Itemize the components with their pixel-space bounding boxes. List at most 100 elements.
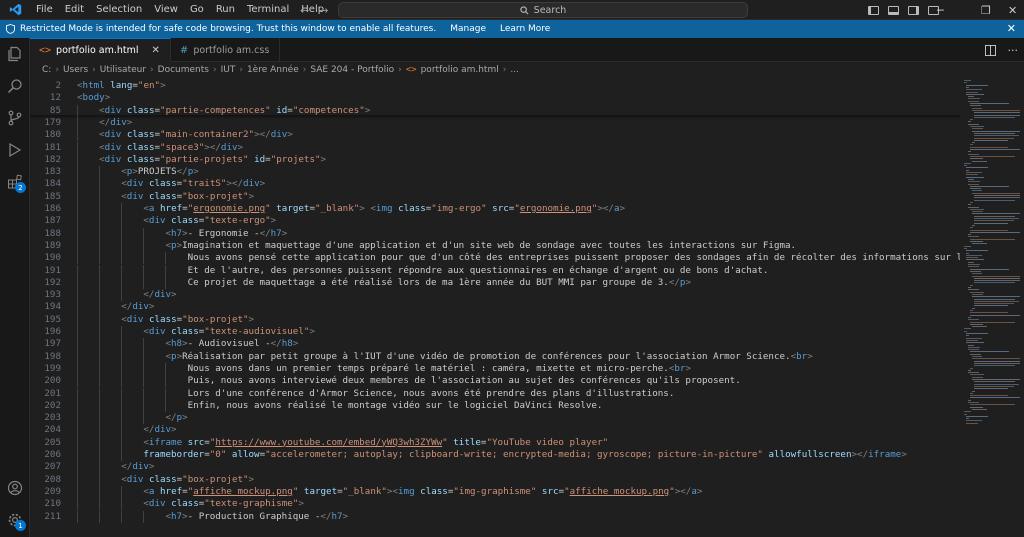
tab-portfolio-css[interactable]: # portfolio am.css <box>171 38 281 62</box>
code-line[interactable]: 189 <p>Imagination et maquettage d'une ap… <box>30 239 960 253</box>
forward-arrow-icon[interactable]: → <box>319 4 328 17</box>
code-token: id <box>276 104 288 116</box>
minimap-line <box>972 273 982 275</box>
breadcrumb-item[interactable]: Utilisateur <box>100 65 146 75</box>
breadcrumb-file[interactable]: portfolio am.html <box>421 65 499 75</box>
banner-close-icon[interactable]: ✕ <box>1007 22 1016 35</box>
minimap-line <box>972 307 975 309</box>
code-line[interactable]: 207 </div> <box>30 461 960 474</box>
accounts-icon[interactable] <box>5 478 25 498</box>
menu-go[interactable]: Go <box>184 0 210 20</box>
code-token: div <box>270 129 288 141</box>
code-text: <body> <box>77 92 110 104</box>
toggle-primary-sidebar-icon[interactable] <box>868 5 879 15</box>
code-line[interactable]: 188 <h7>- Ergonomie -</h7> <box>30 227 960 240</box>
run-debug-icon[interactable] <box>5 140 25 160</box>
code-line[interactable]: 202 Enfin, nous avons réalisé le montage … <box>30 399 960 413</box>
breadcrumb-item[interactable]: IUT <box>221 65 236 75</box>
code-token: class <box>126 129 155 141</box>
code-line[interactable]: 198 <p>Réalisation par petit groupe à l'I… <box>30 350 960 363</box>
code-line[interactable]: 12 <body> <box>30 92 960 104</box>
code-line[interactable]: 2 <html lang="en"> <box>30 80 960 92</box>
breadcrumb-symbol[interactable]: ... <box>510 65 519 75</box>
minimap-line <box>970 238 1016 240</box>
line-number: 12 <box>49 92 61 104</box>
code-line[interactable]: 193 </div> <box>30 289 960 302</box>
menu-view[interactable]: View <box>148 0 184 20</box>
code-token: body <box>82 92 105 104</box>
code-line[interactable]: 210 <div class="texte-graphisme"> <box>30 498 960 511</box>
code-line[interactable]: 186 <a href="ergonomie.png" target="_blan… <box>30 203 960 216</box>
minimap-line <box>964 247 967 249</box>
code-line[interactable]: 204 </div> <box>30 424 960 437</box>
learn-more-link[interactable]: Learn More <box>500 24 550 34</box>
code-line[interactable]: 181 <div class="space3"></div> <box>30 141 960 154</box>
code-text: <a href="affiche_mockup.png" target="_bl… <box>143 486 702 498</box>
code-token: > <box>182 412 188 424</box>
code-line[interactable]: 206 frameborder="0" allow="accelerometer;… <box>30 449 960 462</box>
code-line[interactable]: 201 Lors d'une conférence d'Armor Science… <box>30 387 960 400</box>
code-line[interactable]: 195 <div class="box-projet"> <box>30 313 960 326</box>
code-line[interactable]: 199 Nous avons dans un premier temps prép… <box>30 362 960 376</box>
code-line[interactable]: 183 <p>PROJETS</p> <box>30 166 960 179</box>
code-line[interactable]: 208 <div class="box-projet"> <box>30 473 960 486</box>
code-token: class <box>148 178 177 190</box>
code-line[interactable]: 200 Puis, nous avons interviewé deux memb… <box>30 375 960 388</box>
code-line[interactable]: 205 <iframe src="https://www.youtube.com/… <box>30 436 960 449</box>
close-window-icon[interactable]: ✕ <box>1008 0 1017 20</box>
code-text: <div class="box-projet"> <box>121 314 254 326</box>
extensions-icon[interactable]: 2 <box>5 172 26 193</box>
code-token: lang <box>110 80 133 91</box>
manage-link[interactable]: Manage <box>450 24 486 34</box>
line-number: 199 <box>44 362 61 374</box>
menu-selection[interactable]: Selection <box>90 0 148 20</box>
code-line[interactable]: 85 <div class="partie-competences" id="co… <box>30 104 960 117</box>
toggle-secondary-sidebar-icon[interactable] <box>908 5 919 15</box>
split-editor-icon[interactable] <box>984 44 996 56</box>
menu-file[interactable]: File <box>30 0 59 20</box>
code-line[interactable]: 197 <h8>- Audiovisuel -</h8> <box>30 338 960 351</box>
code-line[interactable]: 190 Nous avons pensé cette application po… <box>30 252 960 265</box>
breadcrumb-item[interactable]: Documents <box>158 65 209 75</box>
code-line[interactable]: 191 Et de l'autre, des personnes puissent… <box>30 264 960 277</box>
code-line[interactable]: 182 <div class="partie-projets" id="proje… <box>30 153 960 167</box>
code-line[interactable]: 196 <div class="texte-audiovisuel"> <box>30 326 960 339</box>
minimap-line <box>970 353 981 355</box>
tab-portfolio-html[interactable]: <> portfolio am.html ✕ <box>30 38 171 62</box>
code-token: class <box>171 498 199 510</box>
toggle-panel-icon[interactable] <box>888 5 899 15</box>
minimap-line <box>974 220 1014 222</box>
minimize-icon[interactable]: ─ <box>937 0 944 20</box>
code-editor[interactable]: 2 <html lang="en"> 12 <body> 85 <div class="p… <box>30 78 960 537</box>
code-line[interactable]: 211 <h7>- Production Graphique -</h7> <box>30 510 960 523</box>
search-view-icon[interactable] <box>5 76 25 96</box>
code-text: </p> <box>165 412 187 424</box>
code-line[interactable]: 209 <a href="affiche_mockup.png" target="… <box>30 485 960 499</box>
back-arrow-icon[interactable]: ← <box>300 4 309 17</box>
command-center-search[interactable]: Search <box>338 2 748 18</box>
code-line[interactable]: 179 </div> <box>30 116 960 130</box>
breadcrumb-item[interactable]: SAE 204 - Portfolio <box>310 65 394 75</box>
code-line[interactable]: 187 <div class="texte-ergo"> <box>30 215 960 228</box>
explorer-icon[interactable] <box>5 44 25 64</box>
restore-icon[interactable]: ❐ <box>981 0 991 20</box>
source-control-icon[interactable] <box>5 108 25 128</box>
more-actions-icon[interactable]: ··· <box>1008 44 1019 57</box>
close-tab-icon[interactable]: ✕ <box>152 45 160 56</box>
minimap[interactable] <box>960 78 1024 537</box>
code-line[interactable]: 203 </p> <box>30 412 960 425</box>
menu-edit[interactable]: Edit <box>59 0 90 20</box>
code-line[interactable]: 184 <div class="traitS"></div> <box>30 178 960 191</box>
code-line[interactable]: 185 <div class="box-projet"> <box>30 190 960 203</box>
minimap-line <box>974 116 1015 118</box>
breadcrumb-item[interactable]: Users <box>63 65 88 75</box>
code-line[interactable]: 180 <div class="main-container2"></div> <box>30 129 960 142</box>
breadcrumb-item[interactable]: 1ère Année <box>247 65 299 75</box>
menu-terminal[interactable]: Terminal <box>241 0 295 20</box>
breadcrumb-item[interactable]: C: <box>42 65 51 75</box>
minimap-line <box>974 362 1020 364</box>
manage-gear-icon[interactable]: 1 <box>5 510 26 531</box>
menu-run[interactable]: Run <box>210 0 241 20</box>
code-line[interactable]: 194 </div> <box>30 301 960 314</box>
code-line[interactable]: 192 Ce projet de maquettage a été réalisé… <box>30 276 960 290</box>
